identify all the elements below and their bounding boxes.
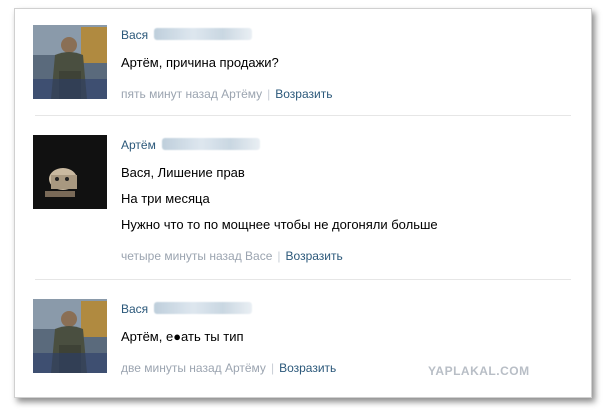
author-first-name[interactable]: Артём <box>121 138 156 152</box>
comment-meta: четыре минуты назад Васе | Возразить <box>121 249 343 263</box>
blurred-surname <box>154 28 253 40</box>
comment-meta: пять минут назад Артёму | Возразить <box>121 87 332 101</box>
comment-time[interactable]: пять минут назад Артёму <box>121 87 262 101</box>
avatar-vasya[interactable] <box>33 299 107 373</box>
meta-separator: | <box>277 249 281 263</box>
comment-author[interactable]: Артём <box>121 138 260 152</box>
divider <box>35 279 571 280</box>
author-first-name[interactable]: Вася <box>121 28 148 42</box>
comment-text-line: Вася, Лишение прав <box>121 165 245 180</box>
comment-text-line: Нужно что то по мощнее чтобы не догоняли… <box>121 217 438 232</box>
comment-text: Артём, е●ать ты тип <box>121 329 244 344</box>
comments-frame: Вася Артём, причина продажи? пять минут … <box>14 8 592 398</box>
meta-separator: | <box>267 87 271 101</box>
comment-author[interactable]: Вася <box>121 28 253 42</box>
watermark: YAPLAKAL.COM <box>428 364 530 378</box>
meta-separator: | <box>270 361 275 375</box>
reply-link[interactable]: Возразить <box>275 87 332 101</box>
comment-author[interactable]: Вася <box>121 302 253 316</box>
divider <box>35 115 571 116</box>
reply-link[interactable]: Возразить <box>286 249 343 263</box>
blurred-surname <box>161 138 260 150</box>
comment-text: Артём, причина продажи? <box>121 55 279 70</box>
comment-meta: две минуты назад Артёму | Возразить <box>121 361 336 375</box>
avatar-vasya[interactable] <box>33 25 107 99</box>
reply-link[interactable]: Возразить <box>279 361 336 375</box>
avatar-artem[interactable] <box>33 135 107 209</box>
comment-time[interactable]: четыре минуты назад Васе <box>121 249 272 263</box>
blurred-surname <box>154 302 253 314</box>
author-first-name[interactable]: Вася <box>121 302 148 316</box>
comment-text-line: На три месяца <box>121 191 210 206</box>
comment-time[interactable]: две минуты назад Артёму <box>121 361 266 375</box>
